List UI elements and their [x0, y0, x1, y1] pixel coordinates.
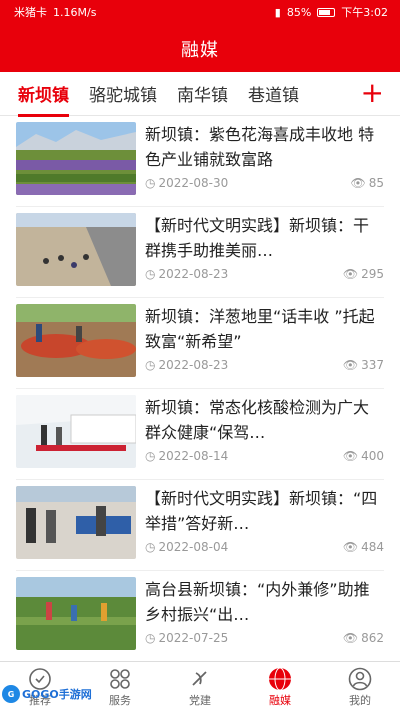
user-icon: [348, 667, 372, 691]
article-views: 👁 400: [342, 449, 384, 463]
article-title: 高台县新坝镇：“内外兼修”助推乡村振兴“出…: [145, 580, 370, 624]
article-views: 👁 484: [342, 540, 384, 554]
list-item[interactable]: 新坝镇：常态化核酸检测为广大群众健康“保驾… ◷ 2022-08-14 👁 400: [16, 389, 384, 480]
article-views: 👁 85: [350, 176, 384, 190]
article-thumbnail: [16, 122, 136, 195]
clock-icon: ◷: [145, 358, 156, 372]
article-thumbnail: [16, 304, 136, 377]
article-title: 【新时代文明实践】新坝镇：“四举措”答好新…: [145, 489, 378, 533]
eye-icon: 👁: [342, 358, 359, 372]
article-date: ◷ 2022-08-30: [145, 176, 229, 190]
list-item[interactable]: 新坝镇：洋葱地里“话丰收 ”托起致富“新希望” ◷ 2022-08-23 👁 337: [16, 298, 384, 389]
category-tabs: 新坝镇 骆驼城镇 南华镇 巷道镇 +: [0, 72, 400, 117]
nav-party[interactable]: 党建: [160, 662, 240, 711]
battery-icon: [317, 7, 336, 17]
clock-icon: ◷: [145, 176, 156, 190]
network-speed: 1.16M/s: [53, 5, 97, 19]
tab-nanhua[interactable]: 南华镇: [177, 81, 228, 106]
status-bar: 米猪卡 1.16M/s ▮ 85% 下午3:02: [0, 0, 400, 24]
gogo-logo-icon: G: [2, 685, 20, 703]
clock: 下午3:02: [341, 6, 388, 19]
eye-icon: 👁: [350, 176, 366, 190]
article-thumbnail: [16, 486, 136, 559]
nav-profile[interactable]: 我的: [320, 662, 400, 711]
article-date: ◷ 2022-07-25: [145, 631, 229, 645]
clock-icon: ◷: [145, 267, 156, 281]
article-date: ◷ 2022-08-23: [145, 358, 229, 372]
nav-media[interactable]: 融媒: [240, 662, 320, 711]
article-views: 👁 295: [342, 267, 384, 281]
add-tab-button[interactable]: +: [361, 78, 384, 108]
grid-icon: [110, 669, 130, 689]
article-thumbnail: [16, 395, 136, 468]
article-date: ◷ 2022-08-14: [145, 449, 229, 463]
list-item[interactable]: 高台县新坝镇：“内外兼修”助推乡村振兴“出… ◷ 2022-07-25 👁 862: [16, 571, 384, 662]
tab-xiangdao[interactable]: 巷道镇: [248, 81, 299, 106]
article-date: ◷ 2022-08-04: [145, 540, 229, 554]
list-item[interactable]: 【新时代文明实践】新坝镇：干群携手助推美丽… ◷ 2022-08-23 👁 295: [16, 207, 384, 298]
app-header: 米猪卡 1.16M/s ▮ 85% 下午3:02 融媒: [0, 0, 400, 72]
bottom-navigation: 推荐 服务 党建 融媒 我的 G GOGO手游网: [0, 661, 400, 711]
article-thumbnail: [16, 213, 136, 286]
nav-services[interactable]: 服务: [80, 662, 160, 711]
article-title: 【新时代文明实践】新坝镇：干群携手助推美丽…: [145, 216, 370, 260]
watermark-logo: G GOGO手游网: [2, 685, 92, 703]
list-item[interactable]: 新坝镇：紫色花海喜成丰收地 特色产业铺就致富路 ◷ 2022-08-30 👁 85: [16, 116, 384, 207]
clock-icon: ◷: [145, 540, 156, 554]
clock-icon: ◷: [145, 449, 156, 463]
article-title: 新坝镇：洋葱地里“话丰收 ”托起致富“新希望”: [145, 307, 375, 351]
article-title: 新坝镇：常态化核酸检测为广大群众健康“保驾…: [145, 398, 370, 442]
signal-icon: ▮: [274, 5, 281, 19]
eye-icon: 👁: [342, 267, 359, 281]
article-views: 👁 337: [342, 358, 384, 372]
news-globe-icon: [269, 667, 291, 691]
tab-luotuocheng[interactable]: 骆驼城镇: [89, 81, 157, 106]
eye-icon: 👁: [342, 449, 359, 463]
battery-percent: 85%: [286, 5, 312, 19]
eye-icon: 👁: [342, 631, 359, 645]
party-icon: [192, 671, 207, 686]
article-thumbnail: [16, 577, 136, 650]
article-views: 👁 862: [342, 631, 384, 645]
carrier-text: 米猪卡: [14, 6, 47, 19]
article-title: 新坝镇：紫色花海喜成丰收地 特色产业铺就致富路: [145, 125, 375, 169]
page-title: 融媒: [181, 40, 219, 61]
tab-xinba[interactable]: 新坝镇: [18, 81, 69, 117]
eye-icon: 👁: [342, 540, 359, 554]
list-item[interactable]: 【新时代文明实践】新坝镇：“四举措”答好新… ◷ 2022-08-04 👁 484: [16, 480, 384, 571]
clock-icon: ◷: [145, 631, 156, 645]
article-list: 新坝镇：紫色花海喜成丰收地 特色产业铺就致富路 ◷ 2022-08-30 👁 85 …: [0, 116, 400, 662]
article-date: ◷ 2022-08-23: [145, 267, 229, 281]
